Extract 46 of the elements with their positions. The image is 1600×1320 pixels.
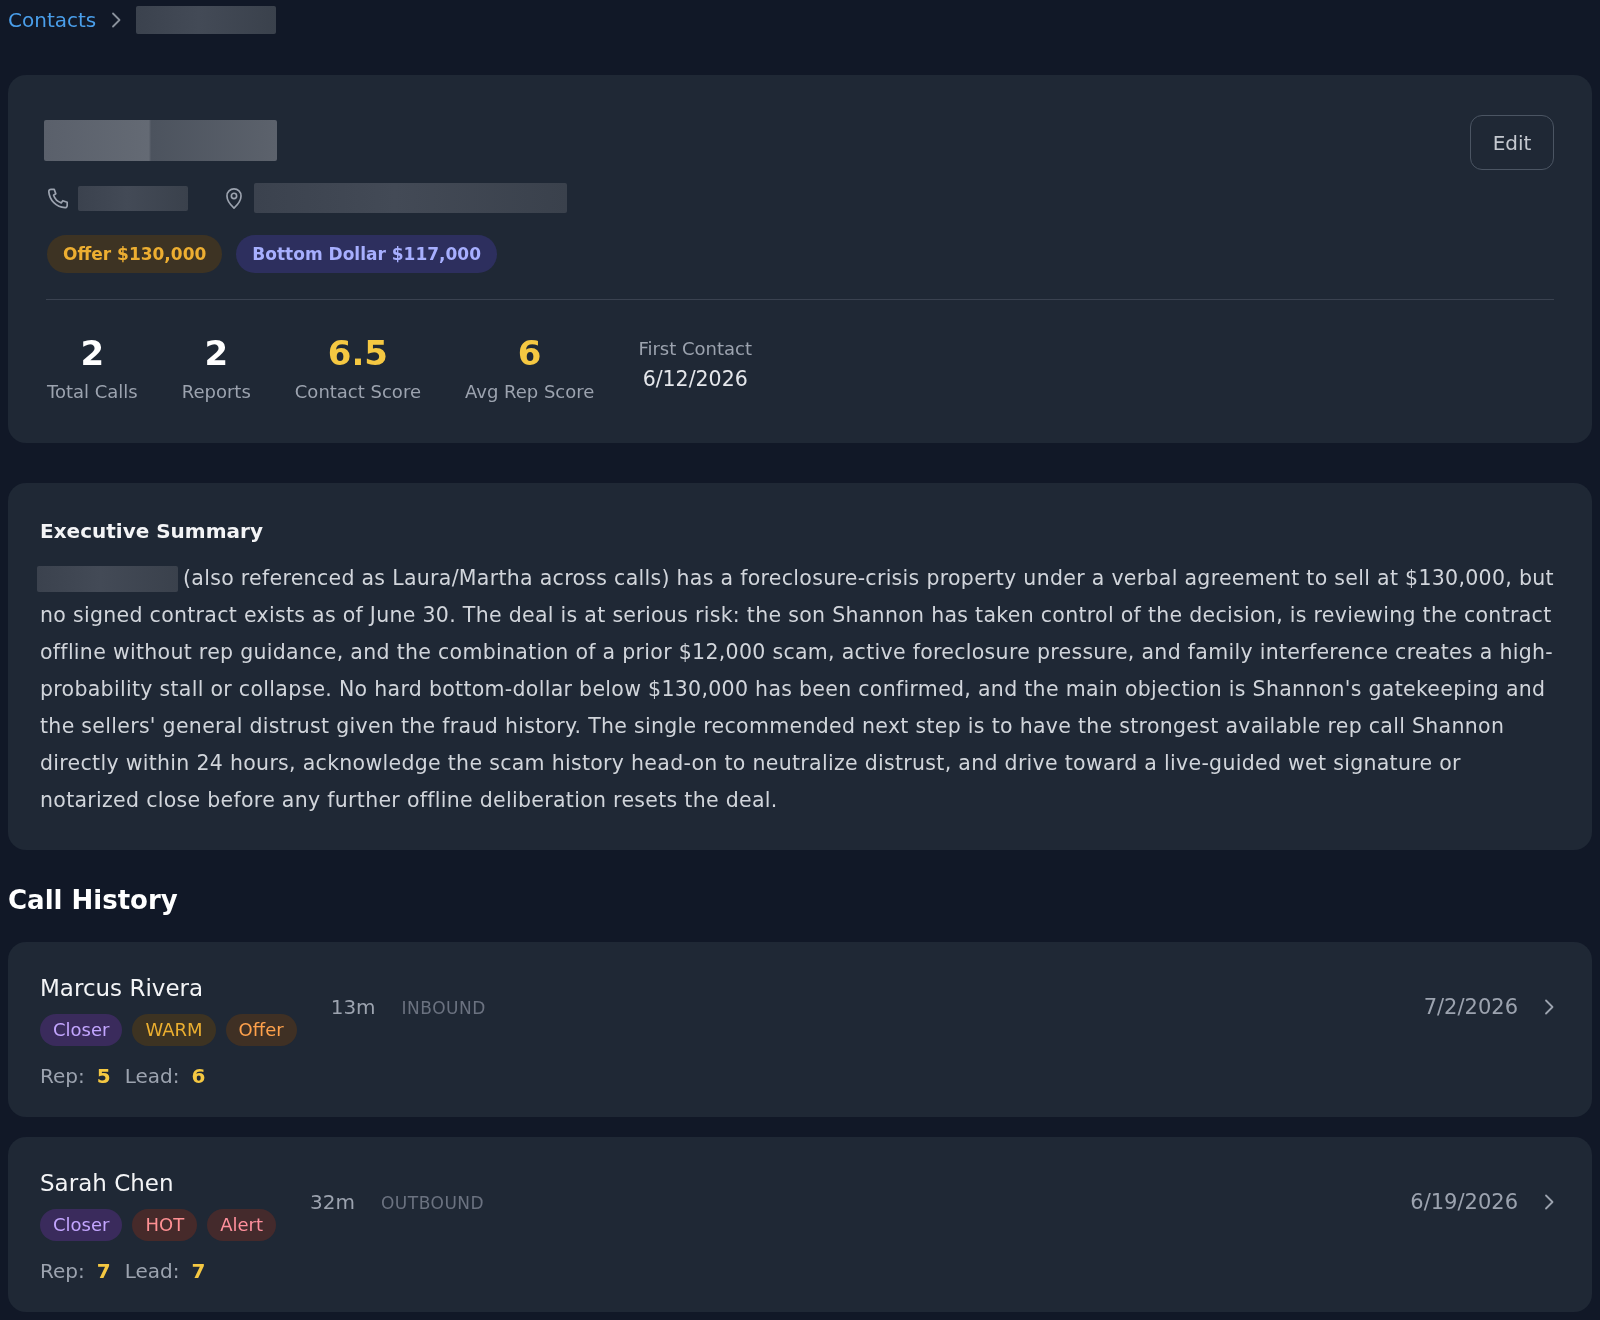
score-label: Lead: bbox=[124, 1258, 180, 1284]
tag: Offer bbox=[225, 1014, 297, 1046]
chevron-right-icon bbox=[111, 12, 122, 28]
price-badge: Bottom Dollar $117,000 bbox=[236, 235, 497, 273]
chevron-right-icon bbox=[1544, 999, 1554, 1015]
call-direction: INBOUND bbox=[401, 997, 486, 1020]
call-duration: 32m bbox=[310, 1189, 355, 1215]
stat-label: Reports bbox=[181, 380, 251, 404]
stat-label: Avg Rep Score bbox=[464, 380, 595, 404]
summary-title: Executive Summary bbox=[40, 518, 264, 545]
tag: HOT bbox=[132, 1209, 198, 1241]
chevron-right-icon bbox=[1544, 1194, 1554, 1210]
location-pin-icon bbox=[224, 187, 244, 209]
edit-button[interactable]: Edit bbox=[1470, 115, 1554, 170]
score-label: Rep: bbox=[40, 1063, 85, 1089]
tag: Alert bbox=[207, 1209, 276, 1241]
tag: WARM bbox=[132, 1014, 216, 1046]
call-date: 7/2/2026 bbox=[1423, 994, 1518, 1020]
tag: Closer bbox=[40, 1014, 123, 1046]
stat-label: Total Calls bbox=[47, 380, 138, 404]
tag: Closer bbox=[40, 1209, 123, 1241]
summary-paragraph: (also referenced as Laura/Martha across calls) has a foreclosure-crisis property under a verbal agreement to sell at $130,000, but no signed contract exists as of June 30. The deal is at serious risk: the son Shannon has taken control of the decision, is reviewing the contract offline without rep guidance, and the combination of a prior $12,000 scam, active foreclosure pressure, and family interference creates a high-probability stall or collapse. No hard bottom-dollar below $130,000 has been confirmed, and the main objection is Shannon's gatekeeping and the sellers' general distrust given the fraud history. The single recommended next step is to have the strongest available rep call Shannon directly within 24 hours, acknowledge the scam history head-on to neutralize distrust, and drive toward a live-guided wet signature or notarized close before any further offline deliberation resets the deal. bbox=[40, 565, 1555, 814]
stat-date: 6/12/2026 bbox=[642, 366, 748, 392]
call-date: 6/19/2026 bbox=[1410, 1189, 1518, 1215]
phone-icon bbox=[48, 187, 68, 209]
stat-label: Contact Score bbox=[294, 380, 421, 404]
section-heading: Call History bbox=[8, 884, 179, 917]
score-value: 7 bbox=[96, 1258, 111, 1284]
stat-label: First Contact bbox=[638, 338, 752, 360]
call-direction: OUTBOUND bbox=[380, 1192, 485, 1215]
call-card[interactable]: Marcus Rivera Closer WARM Offer Rep: 5 Lead: 6 13m INBOUND 7/2/2026 bbox=[8, 942, 1592, 1117]
price-badge: Offer $130,000 bbox=[47, 235, 223, 273]
stat-value: 6 bbox=[517, 333, 542, 373]
breadcrumb-link[interactable]: Contacts bbox=[8, 8, 97, 32]
stat-value: 6.5 bbox=[327, 333, 388, 373]
call-card[interactable]: Sarah Chen Closer HOT Alert Rep: 7 Lead: 7 32m OUTBOUND 6/19/2026 bbox=[8, 1137, 1592, 1312]
score-value: 7 bbox=[191, 1258, 206, 1284]
score-value: 6 bbox=[191, 1063, 206, 1089]
score-value: 5 bbox=[96, 1063, 111, 1089]
score-label: Rep: bbox=[40, 1258, 85, 1284]
stat-value: 2 bbox=[204, 333, 229, 373]
score-label: Lead: bbox=[124, 1063, 180, 1089]
rep-name: Marcus Rivera bbox=[40, 974, 205, 1003]
call-duration: 13m bbox=[330, 994, 376, 1020]
rep-name: Sarah Chen bbox=[40, 1169, 175, 1198]
stat-value: 2 bbox=[80, 333, 105, 373]
